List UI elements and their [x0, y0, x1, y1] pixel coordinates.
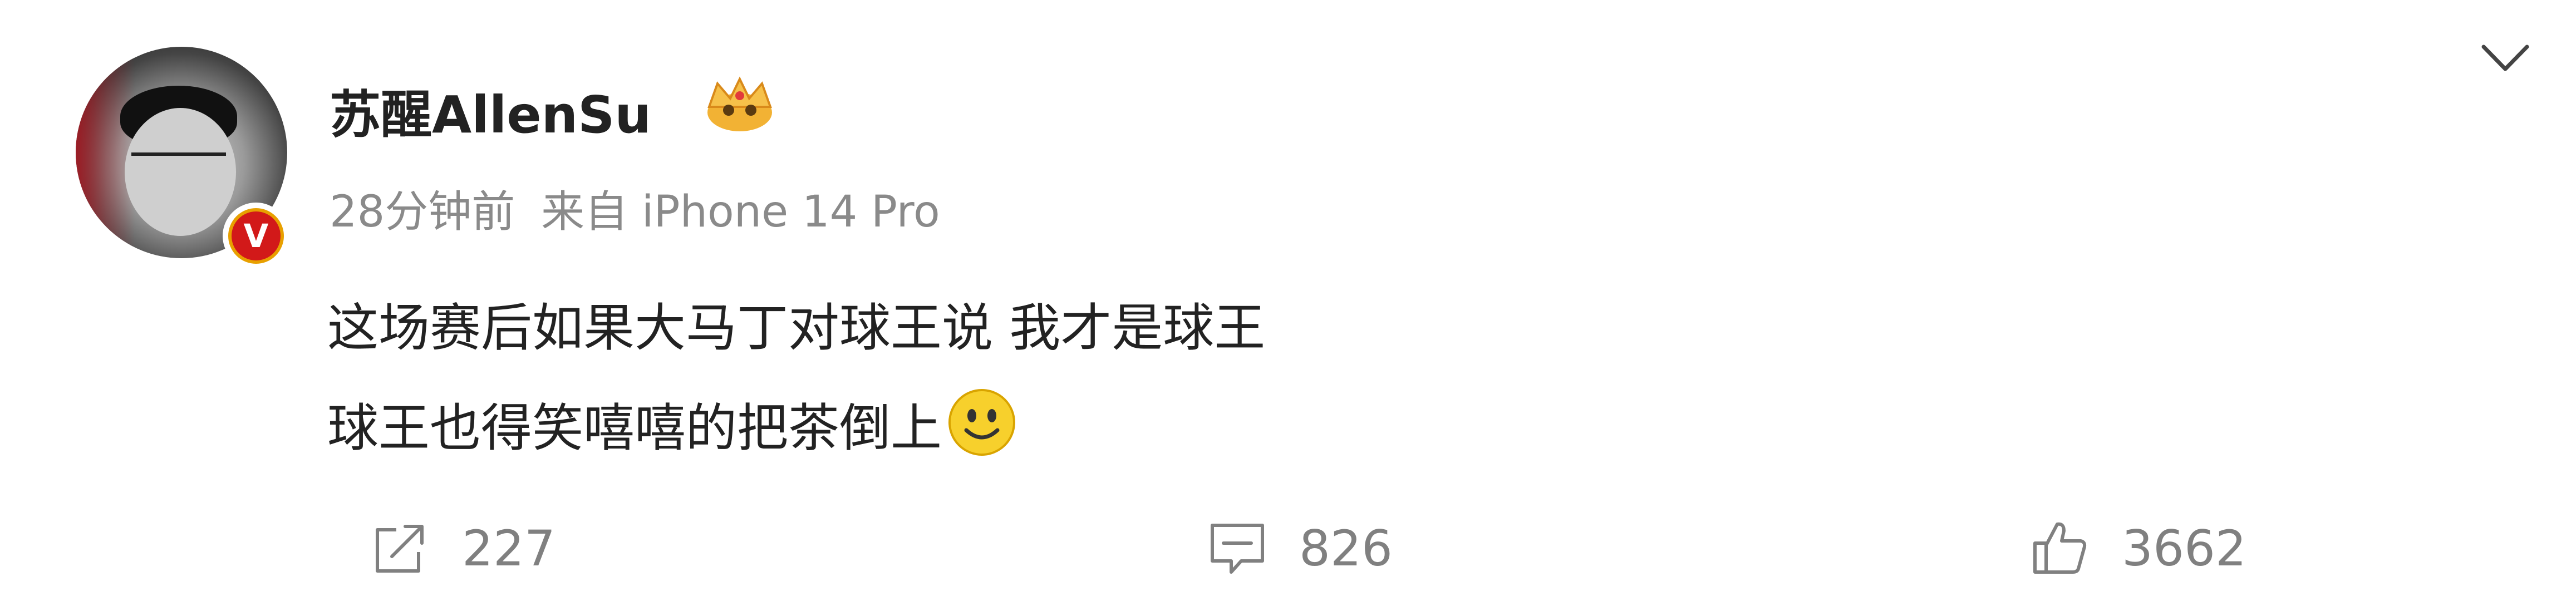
- username[interactable]: 苏醒AllenSu: [330, 73, 651, 147]
- post-content: 这场赛后如果大马丁对球王说 我才是球王 球王也得笑嘻嘻的把茶倒上: [327, 278, 1265, 479]
- chevron-down-icon[interactable]: [2480, 42, 2530, 76]
- verified-badge: V: [223, 203, 289, 269]
- smile-emoji-icon: [948, 389, 1016, 456]
- like-count: 3662: [2122, 519, 2246, 577]
- content-line-2-text: 球王也得笑嘻嘻的把茶倒上: [327, 398, 942, 458]
- content-line-1: 这场赛后如果大马丁对球王说 我才是球王: [327, 298, 1266, 358]
- comment-button[interactable]: 826: [1207, 518, 1393, 579]
- thumbs-up-icon: [2033, 522, 2087, 574]
- crown-icon: [707, 76, 772, 131]
- like-button[interactable]: 3662: [2029, 518, 2246, 579]
- comment-count: 826: [1299, 519, 1393, 577]
- post-source: 来自 iPhone 14 Pro: [541, 187, 940, 237]
- share-icon: [376, 525, 424, 573]
- post-time[interactable]: 28分钟前: [330, 187, 515, 237]
- share-button[interactable]: 227: [370, 518, 555, 579]
- post-meta: 28分钟前 来自 iPhone 14 Pro: [330, 177, 952, 239]
- share-count: 227: [462, 519, 555, 577]
- content-line-2: 球王也得笑嘻嘻的把茶倒上: [327, 378, 1265, 479]
- verified-badge-label: V: [232, 211, 281, 260]
- comment-icon: [1211, 524, 1264, 574]
